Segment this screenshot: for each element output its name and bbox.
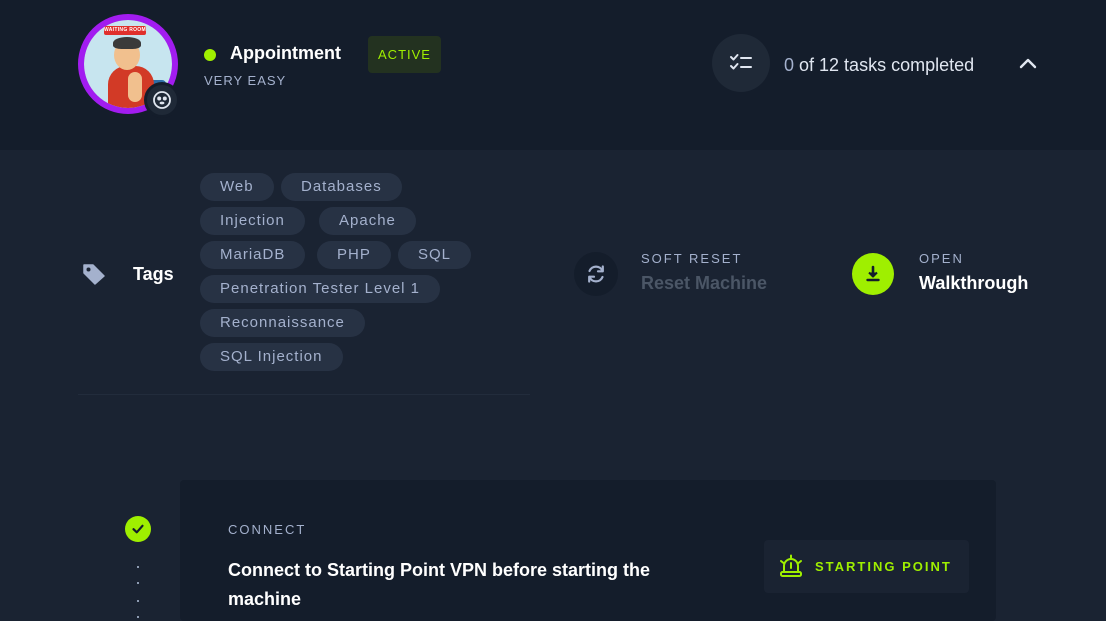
tag-chip-injection[interactable]: Injection xyxy=(200,207,305,235)
task-title: Connect to Starting Point VPN before sta… xyxy=(228,560,651,609)
machine-name: Appointment xyxy=(230,43,341,63)
machine-page: WAITING ROOM Appointment VERY EASY ACTIV… xyxy=(0,0,1106,621)
starting-point-label: STARTING POINT xyxy=(815,559,952,574)
soft-reset-label: SOFT RESET xyxy=(641,251,743,266)
avatar-sign: WAITING ROOM xyxy=(104,26,146,35)
difficulty-label: VERY EASY xyxy=(204,73,287,88)
machine-header: WAITING ROOM Appointment VERY EASY ACTIV… xyxy=(0,4,1106,150)
tasks-summary: of 12 tasks completed xyxy=(794,55,975,75)
starting-point-button[interactable]: STARTING POINT xyxy=(764,540,969,593)
tag-chip-php[interactable]: PHP xyxy=(317,241,391,269)
tag-chip-reconnaissance[interactable]: Reconnaissance xyxy=(200,309,365,337)
download-icon[interactable] xyxy=(852,253,894,295)
walkthrough-button[interactable]: Walkthrough xyxy=(919,273,1028,294)
avatar-hair xyxy=(113,37,141,49)
refresh-icon[interactable] xyxy=(574,252,618,296)
starting-point-bell-icon xyxy=(780,554,802,577)
linux-penguin-icon xyxy=(144,82,180,118)
checklist-icon xyxy=(712,34,770,92)
tag-chip-sql-injection[interactable]: SQL Injection xyxy=(200,343,343,371)
task-category-label: CONNECT xyxy=(228,522,307,537)
timeline-dot xyxy=(137,582,139,584)
timeline-dot xyxy=(137,600,139,602)
chevron-up-icon[interactable] xyxy=(1018,56,1038,70)
machine-avatar[interactable]: WAITING ROOM xyxy=(78,14,180,118)
timeline-dot xyxy=(137,616,139,618)
tag-chip-mariadb[interactable]: MariaDB xyxy=(200,241,306,269)
tasks-progress: 0 of 12 tasks completed xyxy=(784,55,974,76)
tag-chip-sql[interactable]: SQL xyxy=(398,241,472,269)
tag-chip-penetration-tester[interactable]: Penetration Tester Level 1 xyxy=(200,275,441,303)
check-icon xyxy=(125,516,151,542)
avatar-arm xyxy=(128,72,142,102)
tags-label: Tags xyxy=(133,264,174,284)
tasks-completed-count: 0 xyxy=(784,55,795,75)
tag-chip-databases[interactable]: Databases xyxy=(281,173,402,201)
status-badge: ACTIVE xyxy=(368,36,441,73)
walkthrough-open-label: OPEN xyxy=(919,251,964,266)
section-divider xyxy=(78,394,530,395)
tag-icon xyxy=(83,264,105,285)
status-dot xyxy=(204,49,216,61)
reset-machine-button[interactable]: Reset Machine xyxy=(641,273,767,294)
tag-chip-web[interactable]: Web xyxy=(200,173,274,201)
timeline-dot xyxy=(137,566,139,568)
tag-chip-apache[interactable]: Apache xyxy=(319,207,416,235)
